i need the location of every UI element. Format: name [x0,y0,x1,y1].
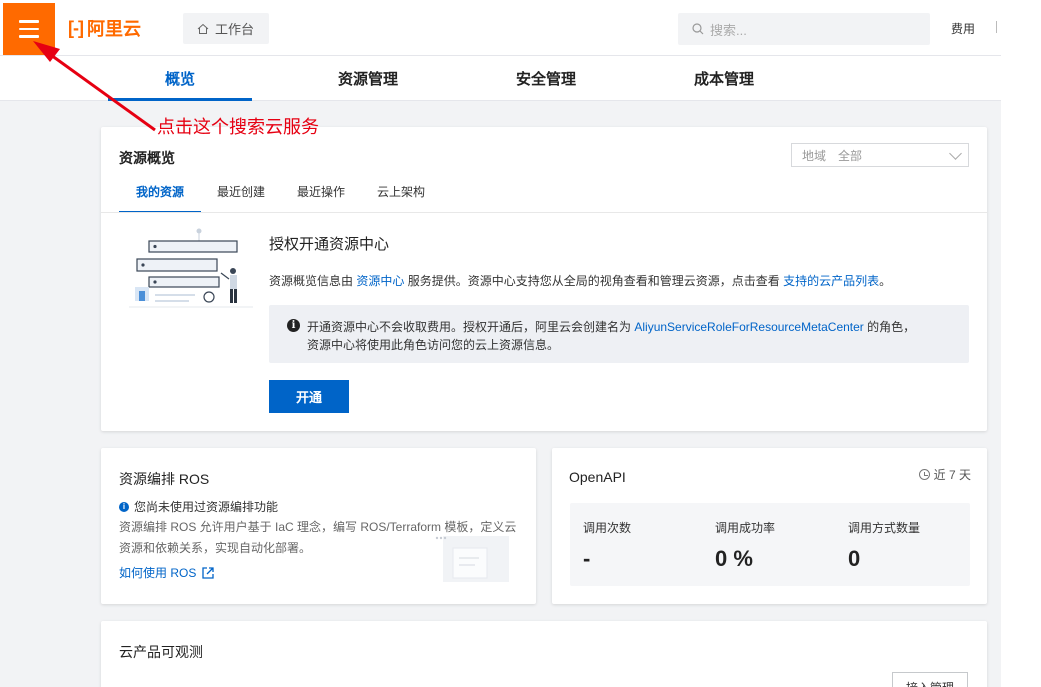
openapi-title: OpenAPI [569,469,626,485]
notice-box: i 开通资源中心不会收取费用。授权开通后，阿里云会创建名为 AliyunServ… [269,305,969,363]
region-value: 全部 [838,148,863,163]
annotation-text: 点击这个搜索云服务 [157,117,319,137]
page-margin [1001,0,1041,687]
main-tabs: 概览 资源管理 安全管理 成本管理 [0,56,1001,101]
menu-icon-bar [19,20,39,23]
logo-mark: [-] [68,17,84,38]
desc-text: 。 [879,274,892,288]
period-label: 近 7 天 [918,466,971,483]
stat-label: 调用成功率 [715,521,776,535]
stat-label: 调用次数 [583,521,632,535]
notice-text: 开通资源中心不会收取费用。授权开通后，阿里云会创建名为 [307,320,632,334]
tab-resource-management[interactable]: 资源管理 [296,56,440,101]
chevron-down-icon [949,147,962,160]
stat-value: 0 [848,546,861,571]
role-link[interactable]: AliyunServiceRoleForResourceMetaCenter [634,320,863,334]
subtab-recent-created[interactable]: 最近创建 [201,185,281,213]
divider [101,212,987,213]
resource-overview-title: 资源概览 [119,150,175,166]
subtab-my-resources[interactable]: 我的资源 [119,185,202,213]
ros-card: 资源编排 ROS i 您尚未使用过资源编排功能 资源编排 ROS 允许用户基于 … [101,448,536,604]
subtab-cloud-architecture[interactable]: 云上架构 [361,185,441,213]
resource-center-link[interactable]: 资源中心 [356,274,404,288]
info-icon: i [119,501,129,512]
tab-security-management[interactable]: 安全管理 [474,56,618,101]
ros-illustration [435,536,509,582]
region-label: 地域 [802,148,827,163]
stat-call-count: 调用次数 - [583,519,631,572]
search-icon [692,23,704,35]
info-icon: i [287,319,300,332]
clock-icon [918,469,930,480]
openapi-card: OpenAPI 近 7 天 调用次数 - 调用成功率 0 % 调用方式数量 0 [552,448,987,604]
ros-hint-text: 您尚未使用过资源编排功能 [134,500,279,514]
aliyun-logo[interactable]: [-] 阿里云 [68,17,141,40]
search-placeholder: 搜索... [710,22,747,38]
workbench-button[interactable]: 工作台 [183,13,269,44]
openapi-stats: 调用次数 - 调用成功率 0 % 调用方式数量 0 [570,503,970,586]
auth-title: 授权开通资源中心 [269,236,390,253]
ros-link-text: 如何使用 ROS [119,566,197,580]
home-icon [197,23,209,34]
fee-menu[interactable]: 费用 [951,20,975,37]
open-button[interactable]: 开通 [269,380,349,413]
resource-center-illustration [129,228,253,308]
period-text: 近 7 天 [933,468,971,482]
resource-overview-card: 资源概览 地域 全部 我的资源 最近创建 最近操作 云上架构 授权开通资源中心 … [101,127,987,431]
external-link-icon [202,566,214,579]
ros-howto-link[interactable]: 如何使用 ROS [119,564,215,581]
stat-call-methods: 调用方式数量 0 [848,519,920,572]
console-app: [-] 阿里云 工作台 搜索... 费用 概览 资源管理 安全管理 成本管理 资… [0,0,1001,687]
notice-line1: 开通资源中心不会收取费用。授权开通后，阿里云会创建名为 AliyunServic… [307,318,915,335]
notice-text: 的角色， [867,320,916,334]
access-management-button[interactable]: 接入管理 [892,672,968,687]
desc-text: 服务提供。资源中心支持您从全局的视角查看和管理云资源，点击查看 [407,274,780,288]
observability-title: 云产品可观测 [119,644,203,660]
workbench-label: 工作台 [215,22,255,37]
supported-products-link[interactable]: 支持的云产品列表 [783,274,879,288]
stat-value: - [583,546,591,571]
subtab-recent-operations[interactable]: 最近操作 [281,185,361,213]
top-navbar: [-] 阿里云 工作台 搜索... 费用 [0,0,1001,56]
notice-line2: 资源中心将使用此角色访问您的云上资源信息。 [307,338,560,352]
resource-subtabs: 我的资源 最近创建 最近操作 云上架构 [119,185,441,213]
tab-cost-management[interactable]: 成本管理 [652,56,796,101]
stat-success-rate: 调用成功率 0 % [715,519,775,572]
auth-description: 资源概览信息由 资源中心 服务提供。资源中心支持您从全局的视角查看和管理云资源，… [269,272,891,289]
ros-hint: i 您尚未使用过资源编排功能 [119,498,278,515]
active-tab-indicator [108,98,252,101]
divider [996,21,997,33]
desc-text: 资源概览信息由 [269,274,354,288]
observability-card: 云产品可观测 接入管理 [101,621,987,687]
menu-icon-bar [19,27,39,31]
menu-icon-bar [19,35,39,38]
stat-value: 0 % [715,546,753,571]
search-input[interactable]: 搜索... [678,13,930,45]
logo-text: 阿里云 [86,19,141,39]
stat-label: 调用方式数量 [848,521,921,535]
tab-overview[interactable]: 概览 [108,56,252,101]
ros-title: 资源编排 ROS [119,471,210,487]
region-select[interactable]: 地域 全部 [791,143,969,167]
hamburger-menu-button[interactable] [3,3,55,55]
